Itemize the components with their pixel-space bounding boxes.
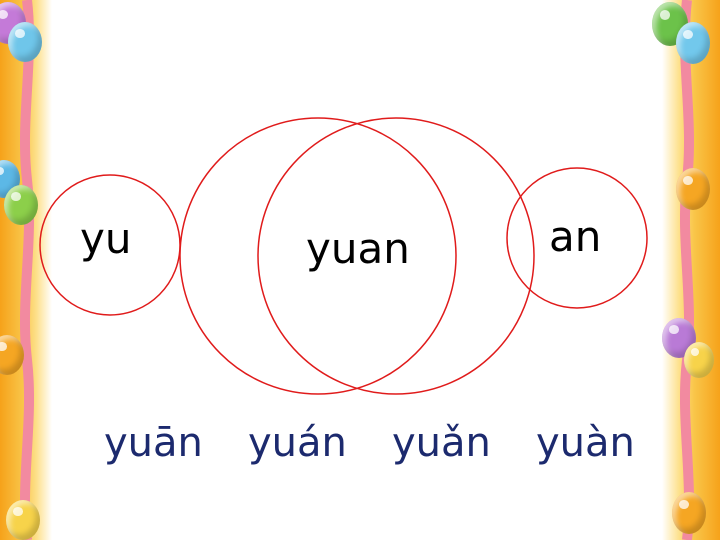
tone-4-label: yuàn [536,420,635,466]
center-syllable-label: yuan [306,224,410,273]
left-syllable-label: yu [80,214,132,263]
right-syllable-label: an [549,212,602,261]
tone-3-label: yuǎn [392,420,491,466]
tone-2-label: yuán [248,420,347,466]
tone-1-label: yuān [104,420,203,466]
slide: yu yuan an yuān yuán yuǎn yuàn [0,0,720,540]
